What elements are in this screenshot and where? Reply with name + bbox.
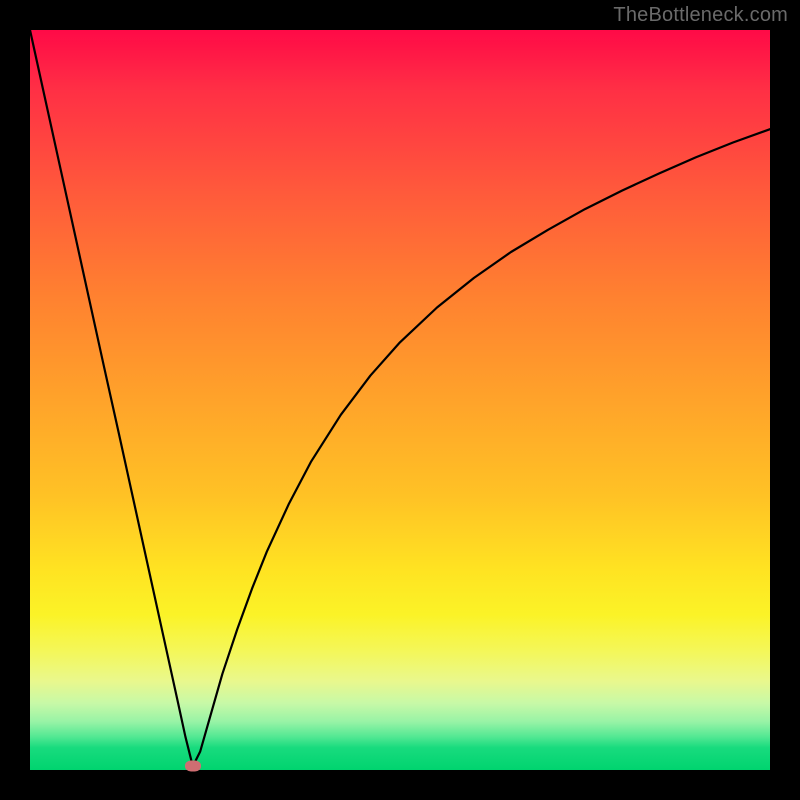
optimum-marker <box>185 761 201 772</box>
curve-svg <box>30 30 770 770</box>
plot-area <box>30 30 770 770</box>
chart-frame: TheBottleneck.com <box>0 0 800 800</box>
watermark-text: TheBottleneck.com <box>613 4 788 27</box>
deviation-curve <box>30 30 770 766</box>
